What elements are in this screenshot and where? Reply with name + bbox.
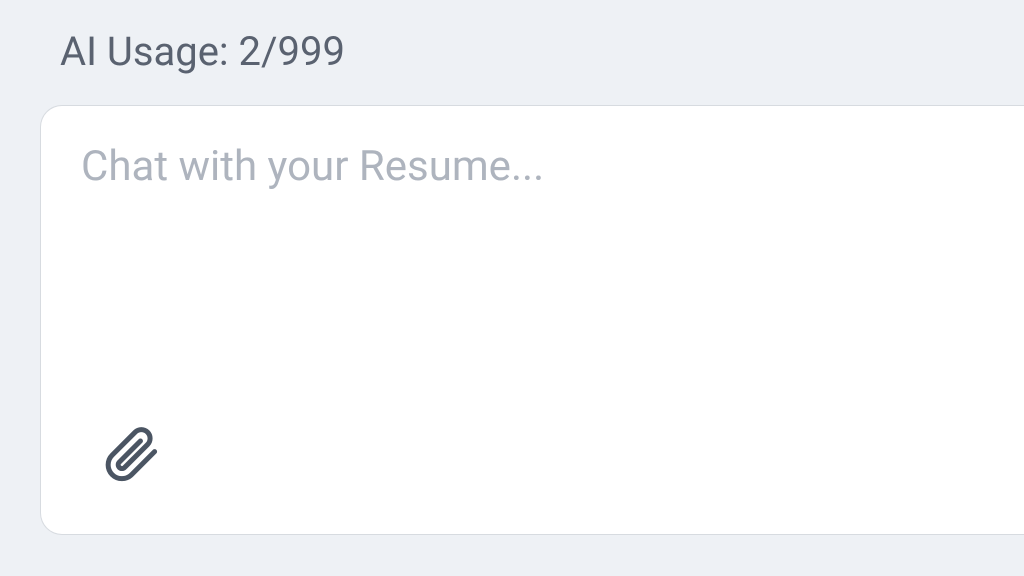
attach-button[interactable] (101, 422, 161, 486)
chat-input[interactable] (81, 142, 984, 392)
chat-panel: AI Usage: 2/999 (0, 0, 1024, 576)
chat-input-card (40, 105, 1024, 535)
paperclip-icon (101, 422, 161, 486)
ai-usage-label: AI Usage: 2/999 (60, 28, 1024, 75)
